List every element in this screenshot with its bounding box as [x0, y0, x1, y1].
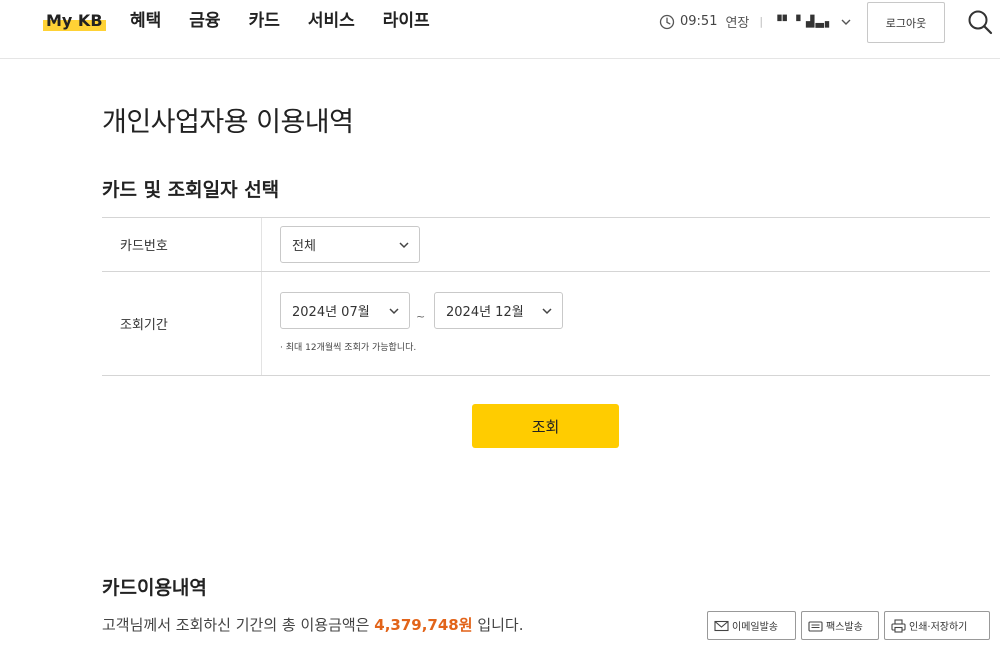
period-row: 조회기간 2024년 07월 ~ 2024년 12월 · 최대 12개월씩 조회… [102, 272, 990, 376]
chevron-down-icon [389, 307, 399, 314]
main-nav: 혜택 금융 카드 서비스 라이프 [130, 8, 458, 34]
nav-life[interactable]: 라이프 [383, 8, 430, 34]
print-save-label: 인쇄·저장하기 [909, 622, 968, 633]
clock-icon [659, 14, 675, 29]
summary-suffix: 입니다. [477, 616, 524, 634]
search-form: 카드번호 전체 조회기간 2024년 07월 ~ 2024년 12월 · 최대 … [102, 217, 990, 376]
nav-card[interactable]: 카드 [249, 8, 280, 34]
period-label: 조회기간 [102, 272, 262, 375]
logout-button[interactable]: 로그아웃 [867, 2, 945, 43]
chevron-down-icon [841, 19, 851, 25]
card-label: 카드번호 [102, 218, 262, 271]
email-send-label: 이메일발송 [732, 622, 778, 633]
usage-title: 카드이용내역 [102, 577, 207, 599]
session-time: 09:51 [680, 14, 718, 29]
card-select[interactable]: 전체 [280, 226, 420, 263]
nav-benefits[interactable]: 혜택 [130, 8, 161, 34]
card-row: 카드번호 전체 [102, 218, 990, 272]
search-button[interactable]: 조회 [472, 404, 619, 448]
print-save-button[interactable]: 인쇄·저장하기 [884, 611, 990, 640]
nav-service[interactable]: 서비스 [308, 8, 355, 34]
printer-icon [891, 618, 906, 633]
session-info: 09:51 연장 | ▝▘▝ ▟▃▖ [659, 12, 852, 31]
fax-send-button[interactable]: 팩스발송 [801, 611, 879, 640]
period-from-value: 2024년 07월 [292, 305, 370, 320]
fax-icon [808, 620, 823, 632]
section-title: 카드 및 조회일자 선택 [102, 179, 280, 201]
email-send-button[interactable]: 이메일발송 [707, 611, 796, 640]
search-icon[interactable] [967, 9, 993, 35]
mykb-logo[interactable]: My KB [43, 11, 106, 31]
summary-prefix: 고객님께서 조회하신 기간의 총 이용금액은 [102, 616, 370, 634]
divider: | [759, 15, 764, 28]
user-menu[interactable]: ▝▘▝ ▟▃▖ [773, 15, 852, 28]
session-extend-button[interactable]: 연장 [725, 12, 749, 31]
user-name: ▝▘▝ ▟▃▖ [773, 15, 835, 28]
period-from-select[interactable]: 2024년 07월 [280, 292, 410, 329]
fax-send-label: 팩스발송 [826, 622, 863, 633]
period-to-value: 2024년 12월 [446, 305, 524, 320]
card-select-value: 전체 [292, 239, 316, 254]
envelope-icon [714, 620, 729, 631]
page-title: 개인사업자용 이용내역 [102, 107, 354, 138]
period-to-select[interactable]: 2024년 12월 [434, 292, 563, 329]
chevron-down-icon [399, 241, 409, 248]
usage-summary: 고객님께서 조회하신 기간의 총 이용금액은 4,379,748원 입니다. [102, 614, 523, 635]
nav-finance[interactable]: 금융 [189, 8, 220, 34]
chevron-down-icon [542, 307, 552, 314]
period-hint: · 최대 12개월씩 조회가 가능합니다. [280, 343, 417, 353]
period-separator: ~ [416, 310, 426, 323]
header: My KB 혜택 금융 카드 서비스 라이프 09:51 연장 | ▝▘▝ ▟▃… [0, 0, 1000, 59]
total-amount: 4,379,748원 [374, 616, 473, 634]
